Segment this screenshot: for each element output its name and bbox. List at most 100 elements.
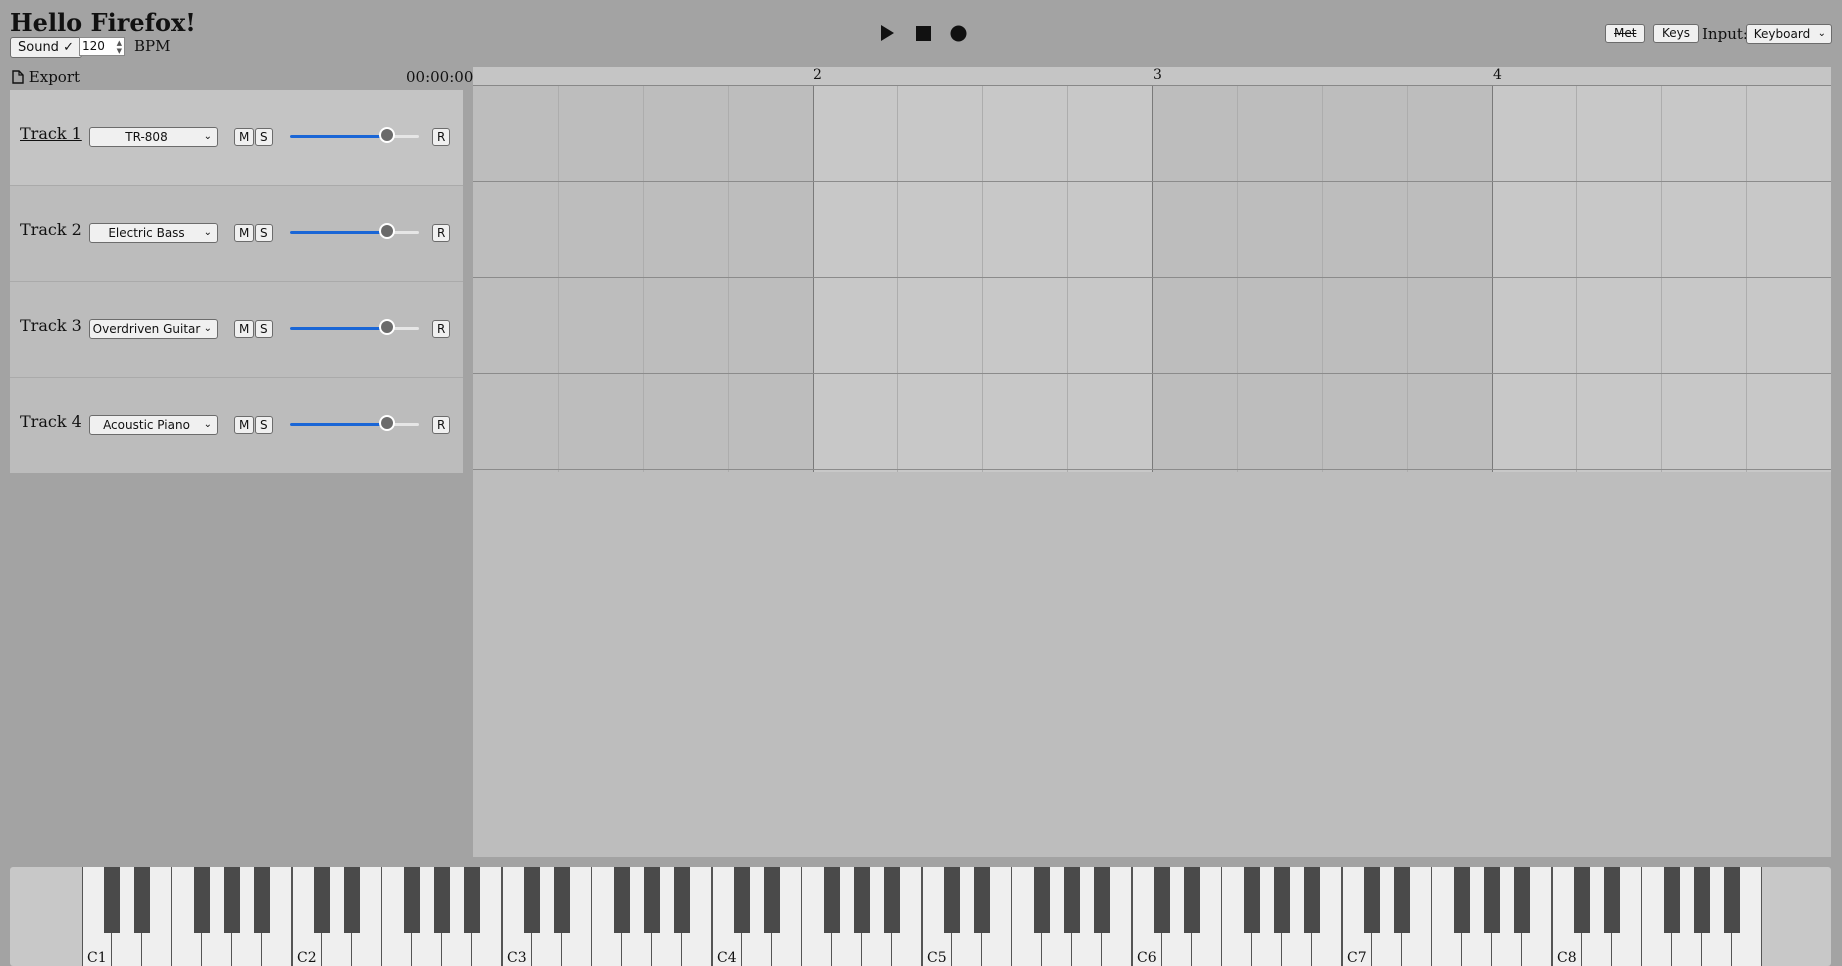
volume-slider[interactable] [290,415,419,431]
beat-column[interactable] [1236,86,1322,472]
black-key[interactable] [524,867,540,933]
black-key[interactable] [1484,867,1500,933]
beat-column[interactable] [1321,86,1407,472]
black-key[interactable] [1094,867,1110,933]
beat-column[interactable] [1406,86,1492,472]
beat-column[interactable] [1746,86,1831,472]
record-icon[interactable] [950,25,967,42]
black-key[interactable] [1724,867,1740,933]
black-key[interactable] [404,867,420,933]
black-key[interactable] [884,867,900,933]
black-key[interactable] [824,867,840,933]
black-key[interactable] [1184,867,1200,933]
beat-column[interactable] [473,86,558,472]
black-key[interactable] [314,867,330,933]
black-key[interactable] [614,867,630,933]
input-select[interactable]: Keyboard ⌄ [1746,24,1832,44]
black-key[interactable] [674,867,690,933]
metronome-button[interactable]: Met [1605,24,1646,43]
black-key[interactable] [734,867,750,933]
keys-button[interactable]: Keys [1653,24,1700,43]
black-key[interactable] [554,867,570,933]
instrument-select[interactable]: TR-808 ⌄ [89,127,218,147]
mute-button[interactable]: M [234,128,255,146]
instrument-select[interactable]: Overdriven Guitar ⌄ [89,319,218,339]
mute-button[interactable]: M [234,416,255,434]
record-arm-button[interactable]: R [432,416,451,434]
black-key[interactable] [1394,867,1410,933]
timeline-ruler[interactable]: 2 3 4 [473,67,1831,86]
piano-keyboard[interactable]: C1 C2 C3 C4 C5 C6 C7 C8 [10,867,1831,966]
stop-icon[interactable] [916,26,931,41]
play-icon[interactable] [879,24,895,42]
volume-thumb[interactable] [378,223,395,239]
beat-column[interactable] [727,86,813,472]
bpm-label: BPM [134,37,171,55]
black-key[interactable] [944,867,960,933]
black-key[interactable] [1244,867,1260,933]
beat-column[interactable] [897,86,983,472]
black-key[interactable] [1364,867,1380,933]
track-name[interactable]: Track 3 [20,316,82,335]
black-key[interactable] [764,867,780,933]
beat-line [643,86,644,472]
beat-column[interactable] [1491,86,1577,472]
sound-toggle-button[interactable]: Sound ✓ [10,37,82,58]
beat-column[interactable] [642,86,728,472]
black-key[interactable] [1034,867,1050,933]
beat-column[interactable] [982,86,1068,472]
volume-slider[interactable] [290,223,419,239]
track-name[interactable]: Track 1 [20,124,82,143]
mute-button[interactable]: M [234,320,255,338]
black-key[interactable] [1154,867,1170,933]
volume-thumb[interactable] [378,127,395,143]
instrument-select[interactable]: Acoustic Piano ⌄ [89,415,218,435]
black-key[interactable] [1664,867,1680,933]
black-key[interactable] [644,867,660,933]
black-key[interactable] [194,867,210,933]
black-key[interactable] [1694,867,1710,933]
solo-button[interactable]: S [255,416,273,434]
spinner-arrows-icon[interactable]: ▲ ▼ [117,39,122,55]
black-key[interactable] [1514,867,1530,933]
volume-thumb[interactable] [378,319,395,335]
beat-column[interactable] [1067,86,1152,472]
editor-area[interactable] [473,472,1831,857]
volume-slider[interactable] [290,319,419,335]
track-name[interactable]: Track 4 [20,412,82,431]
black-key[interactable] [434,867,450,933]
volume-thumb[interactable] [378,415,395,431]
solo-button[interactable]: S [255,224,273,242]
black-key[interactable] [854,867,870,933]
beat-column[interactable] [1576,86,1662,472]
volume-slider[interactable] [290,127,419,143]
solo-button[interactable]: S [255,128,273,146]
track-name[interactable]: Track 2 [20,220,82,239]
bpm-input[interactable]: 120 ▲ ▼ [79,37,125,56]
black-key[interactable] [1274,867,1290,933]
beat-column[interactable] [1661,86,1747,472]
export-button[interactable]: Export [12,68,80,86]
beat-column[interactable] [1152,86,1237,472]
black-key[interactable] [974,867,990,933]
instrument-select[interactable]: Electric Bass ⌄ [89,223,218,243]
black-key[interactable] [134,867,150,933]
black-key[interactable] [104,867,120,933]
black-key[interactable] [254,867,270,933]
solo-button[interactable]: S [255,320,273,338]
record-arm-button[interactable]: R [432,320,451,338]
sequencer-grid[interactable] [473,86,1831,472]
black-key[interactable] [1604,867,1620,933]
black-key[interactable] [464,867,480,933]
mute-button[interactable]: M [234,224,255,242]
black-key[interactable] [1304,867,1320,933]
beat-column[interactable] [812,86,898,472]
black-key[interactable] [1574,867,1590,933]
record-arm-button[interactable]: R [432,128,451,146]
black-key[interactable] [1454,867,1470,933]
beat-column[interactable] [557,86,643,472]
black-key[interactable] [224,867,240,933]
black-key[interactable] [1064,867,1080,933]
black-key[interactable] [344,867,360,933]
record-arm-button[interactable]: R [432,224,451,242]
